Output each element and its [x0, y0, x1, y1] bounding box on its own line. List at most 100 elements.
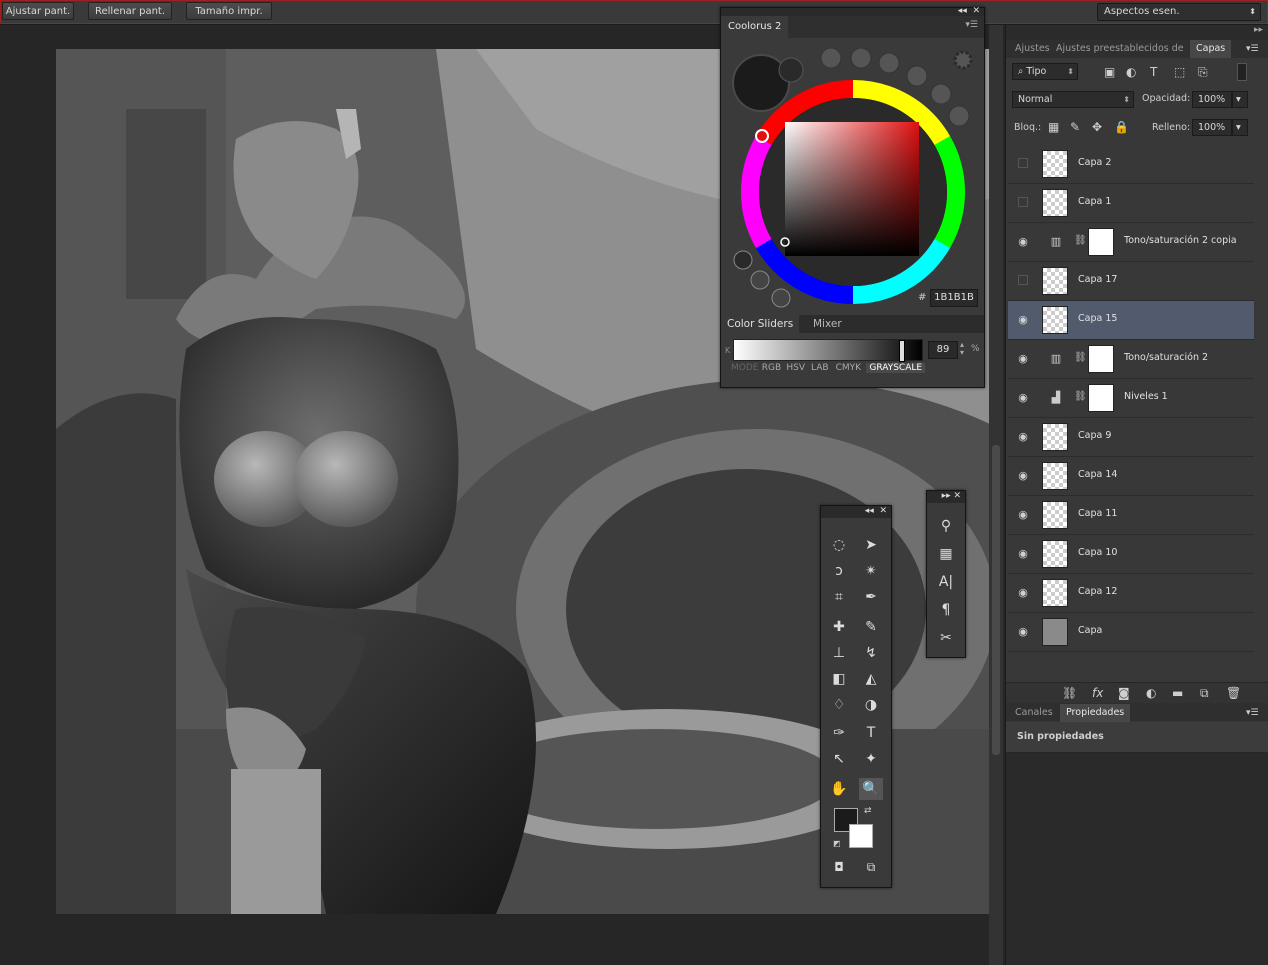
opacity-input[interactable]: 100%	[1192, 91, 1232, 108]
tab-channels[interactable]: Canales	[1015, 704, 1053, 722]
add-mask-icon[interactable]: ◙	[1118, 686, 1130, 700]
background-color-swatch[interactable]	[849, 824, 873, 848]
eye-icon[interactable]: ◉	[1016, 547, 1030, 561]
previous-color-swatch[interactable]	[778, 57, 804, 83]
saturation-value-square[interactable]	[785, 122, 919, 256]
marquee-tool-icon[interactable]: ◌	[827, 534, 851, 556]
eraser-tool-icon[interactable]: ◧	[827, 668, 851, 690]
eye-icon[interactable]: ◉	[1016, 391, 1030, 405]
panel-titlebar[interactable]: ▸▸ ✕	[927, 491, 965, 503]
close-icon[interactable]: ◂◂ ✕	[865, 506, 887, 516]
mode-lab[interactable]: LAB	[811, 363, 829, 373]
layer-row[interactable]: Capa 2	[1008, 145, 1254, 184]
path-selection-icon[interactable]: ↖	[827, 748, 851, 770]
preset-dial-icon[interactable]	[930, 83, 952, 105]
delete-layer-icon[interactable]: 🗑	[1226, 686, 1241, 700]
workspace-select[interactable]: Aspectos esen. ⬍	[1097, 3, 1261, 21]
tab-properties[interactable]: Propiedades	[1060, 704, 1131, 722]
hex-input[interactable]: 1B1B1B	[930, 289, 978, 307]
new-adjustment-icon[interactable]: ◐	[1146, 686, 1156, 700]
magic-wand-icon[interactable]: ✴	[859, 560, 883, 582]
quick-mask-icon[interactable]: ◘	[827, 856, 851, 878]
prev-arrow-icon[interactable]	[750, 270, 770, 290]
link-layers-icon[interactable]: ⛓	[1062, 686, 1077, 700]
layer-mask-thumbnail[interactable]	[1088, 345, 1114, 373]
tool-presets-icon[interactable]: ✂	[934, 627, 958, 649]
fill-dropdown[interactable]: ▾	[1232, 119, 1248, 136]
preset-dial-icon[interactable]	[948, 105, 970, 127]
layer-row[interactable]: Capa 1	[1008, 184, 1254, 223]
visibility-toggle[interactable]	[1018, 197, 1028, 207]
tab-adjustment-presets[interactable]: Ajustes preestablecidos de p	[1056, 40, 1187, 58]
panel-titlebar[interactable]: ◂◂ ✕	[821, 506, 891, 518]
play-icon[interactable]	[771, 288, 791, 308]
layer-row[interactable]: ◉ ▥ ⛓ Tono/saturación 2	[1008, 340, 1254, 379]
crop-tool-icon[interactable]: ⌗	[827, 586, 851, 608]
brush-tool-icon[interactable]: ✎	[859, 616, 883, 638]
color-wheel-mode-icon[interactable]	[733, 250, 753, 270]
eye-icon[interactable]: ◉	[1016, 586, 1030, 600]
close-icon[interactable]: ◂◂ ✕	[958, 6, 980, 16]
eye-icon[interactable]: ◉	[1016, 313, 1030, 327]
hand-tool-icon[interactable]: ✋	[827, 778, 851, 800]
eye-icon[interactable]: ◉	[1016, 469, 1030, 483]
stepper-icon[interactable]: ▴ ▾	[960, 341, 964, 357]
tab-coolorus[interactable]: Coolorus 2	[721, 16, 789, 38]
lock-brush-icon[interactable]: ✎	[1070, 120, 1080, 134]
adjustment-filter-icon[interactable]: ◐	[1126, 65, 1136, 79]
paragraph-icon[interactable]: ¶	[934, 599, 958, 621]
layer-mask-thumbnail[interactable]	[1088, 228, 1114, 256]
layer-row[interactable]: ◉ ▥ ⛓ Tono/saturación 2 copia	[1008, 223, 1254, 262]
preset-dial-icon[interactable]	[906, 65, 928, 87]
layer-row[interactable]: Capa 17	[1008, 262, 1254, 301]
mode-rgb[interactable]: RGB	[762, 363, 781, 373]
close-icon[interactable]: ▸▸ ✕	[942, 491, 961, 501]
tab-color-sliders[interactable]: Color Sliders	[721, 315, 800, 333]
character-icon[interactable]: A|	[934, 571, 958, 593]
clone-stamp-icon[interactable]: ⊥	[827, 642, 851, 664]
mode-hsv[interactable]: HSV	[786, 363, 805, 373]
eyedropper-icon[interactable]: ✒	[859, 586, 883, 608]
lock-transparency-icon[interactable]: ▦	[1048, 120, 1059, 134]
visibility-toggle[interactable]	[1018, 158, 1028, 168]
opacity-dropdown[interactable]: ▾	[1232, 91, 1248, 108]
blur-tool-icon[interactable]: ♢	[827, 694, 851, 716]
new-layer-icon[interactable]: ⧉	[1200, 686, 1209, 700]
type-filter-icon[interactable]: T	[1150, 65, 1157, 79]
layer-row[interactable]: ◉ Capa 10	[1008, 535, 1254, 574]
pen-tool-icon[interactable]: ✑	[827, 722, 851, 744]
slider-thumb[interactable]	[899, 340, 906, 362]
zoom-tool-icon[interactable]: 🔍	[859, 778, 883, 800]
brush-presets-icon[interactable]: ⚲	[934, 515, 958, 537]
mask-link-icon[interactable]: ⛓	[1074, 391, 1087, 402]
eye-icon[interactable]: ◉	[1016, 508, 1030, 522]
preset-dial-icon[interactable]	[850, 47, 872, 69]
eye-icon[interactable]: ◉	[1016, 352, 1030, 366]
mask-link-icon[interactable]: ⛓	[1074, 352, 1087, 363]
print-size-button[interactable]: Tamaño impr.	[186, 2, 272, 20]
shape-filter-icon[interactable]: ⬚	[1174, 65, 1185, 79]
tab-layers[interactable]: Capas	[1190, 40, 1232, 58]
layer-row[interactable]: ◉ Capa 14	[1008, 457, 1254, 496]
default-colors-icon[interactable]: ◩	[833, 839, 841, 848]
layer-row[interactable]: ◉ Capa 15	[1008, 301, 1254, 340]
slider-value-input[interactable]: 89	[928, 341, 958, 359]
lock-all-icon[interactable]: 🔒	[1114, 120, 1129, 134]
layer-row[interactable]: ◉ Capa 12	[1008, 574, 1254, 613]
panel-menu-icon[interactable]: ▾☰	[965, 20, 978, 30]
mode-grayscale[interactable]: GRAYSCALE	[866, 363, 926, 373]
filter-toggle[interactable]	[1237, 63, 1247, 81]
visibility-toggle[interactable]	[1018, 275, 1028, 285]
properties-menu-icon[interactable]: ▾☰	[1246, 706, 1259, 720]
layer-row[interactable]: ◉ Capa 9	[1008, 418, 1254, 457]
tab-adjustments[interactable]: Ajustes	[1015, 40, 1050, 58]
screen-mode-icon[interactable]: ⧉	[859, 856, 883, 878]
pixel-filter-icon[interactable]: ▣	[1104, 65, 1115, 79]
dodge-tool-icon[interactable]: ◑	[859, 694, 883, 716]
layer-row[interactable]: ◉ Capa 11	[1008, 496, 1254, 535]
vertical-scrollbar[interactable]	[989, 25, 1003, 965]
gear-icon[interactable]	[953, 50, 973, 70]
mask-link-icon[interactable]: ⛓	[1074, 235, 1087, 246]
preset-dial-icon[interactable]	[820, 47, 842, 69]
mode-cmyk[interactable]: CMYK	[836, 363, 861, 373]
